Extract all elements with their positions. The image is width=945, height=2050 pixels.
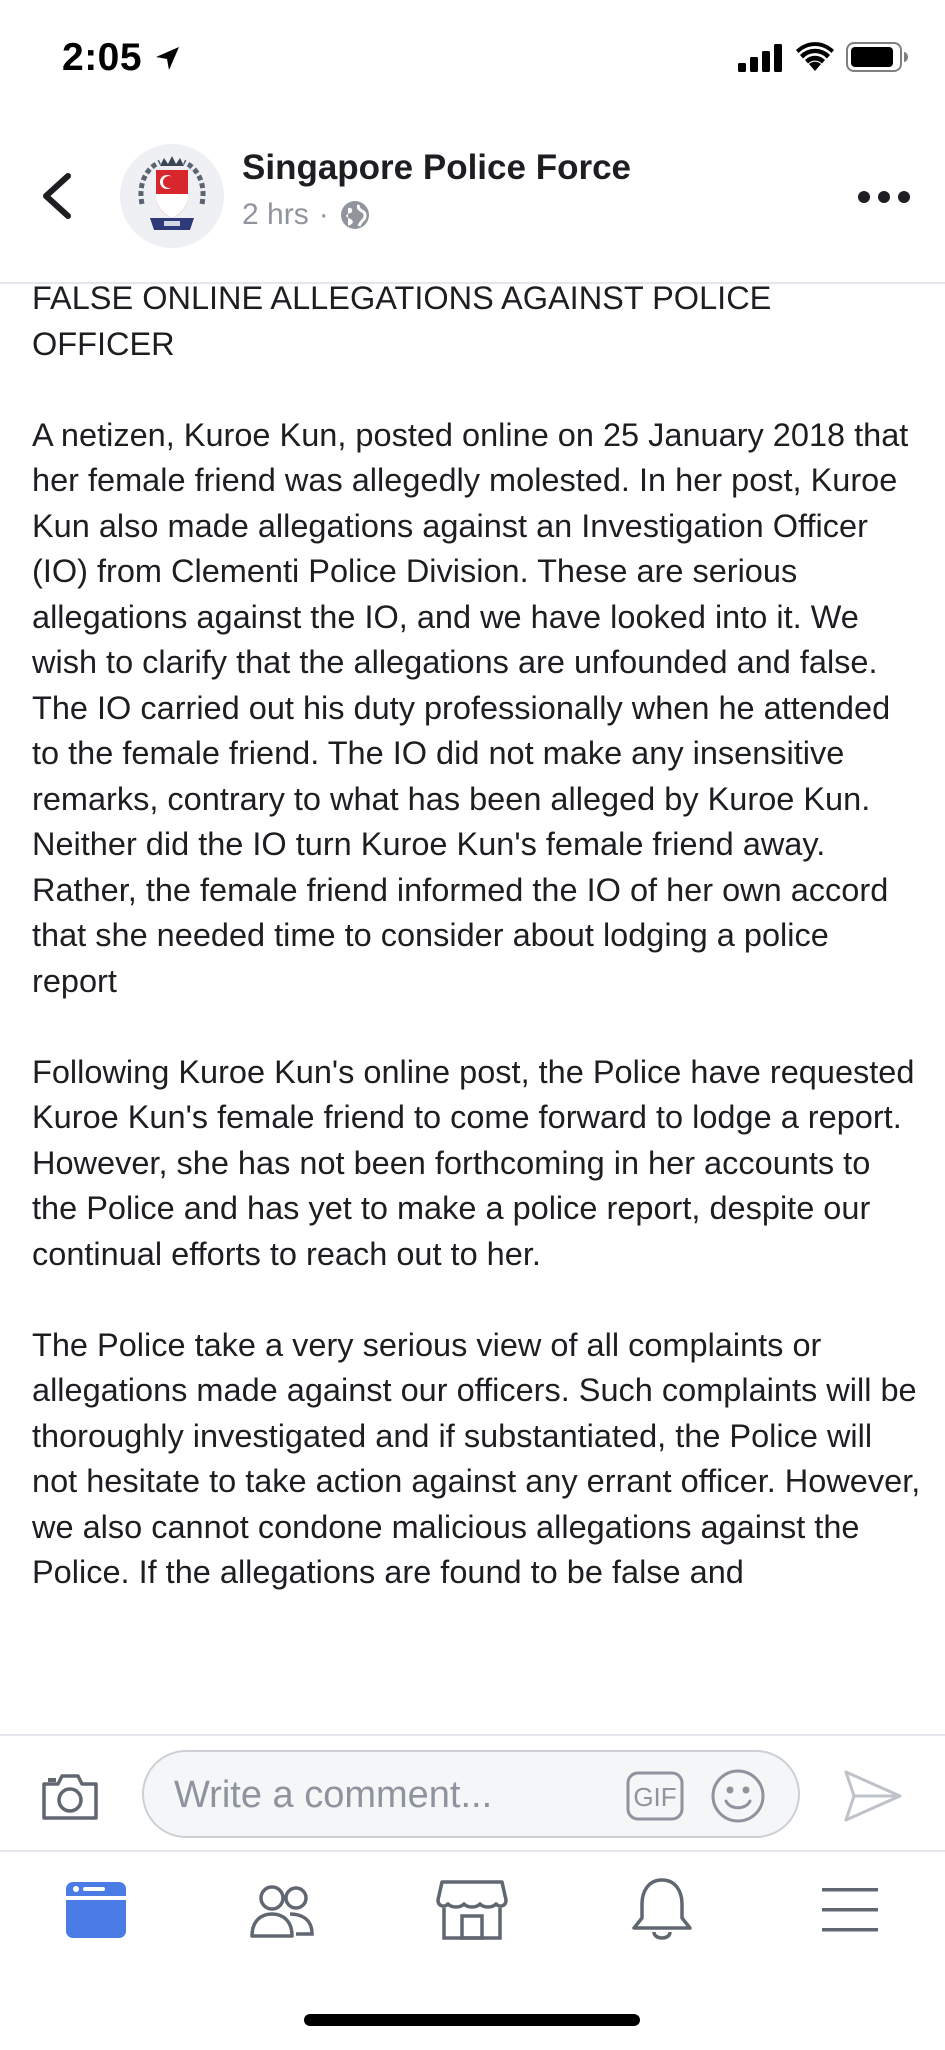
camera-icon[interactable] bbox=[40, 1768, 100, 1822]
post-paragraph: Following Kuroe Kun's online post, the P… bbox=[32, 1053, 915, 1272]
wifi-icon bbox=[796, 42, 834, 71]
home-indicator[interactable] bbox=[304, 2014, 640, 2026]
status-bar: 2:05 bbox=[0, 0, 945, 118]
menu-icon[interactable] bbox=[812, 1876, 888, 1944]
globe-icon bbox=[340, 201, 369, 229]
page-name[interactable]: Singapore Police Force bbox=[242, 148, 631, 188]
friends-icon[interactable] bbox=[244, 1876, 320, 1944]
cellular-signal-icon bbox=[738, 44, 782, 72]
meta-separator: · bbox=[318, 198, 329, 231]
post-paragraph: The Police take a very serious view of a… bbox=[32, 1326, 921, 1591]
post-heading: FALSE ONLINE ALLEGATIONS AGAINST POLICE … bbox=[32, 280, 772, 362]
news-feed-icon[interactable] bbox=[58, 1876, 134, 1944]
more-options-button[interactable] bbox=[856, 182, 912, 212]
notifications-icon[interactable] bbox=[624, 1876, 700, 1944]
comment-bar: Write a comment... GIF bbox=[0, 1734, 945, 1852]
bottom-nav bbox=[0, 1850, 945, 2050]
post-body: FALSE ONLINE ALLEGATIONS AGAINST POLICE … bbox=[32, 276, 922, 1641]
post-paragraph: A netizen, Kuroe Kun, posted online on 2… bbox=[32, 416, 909, 999]
emoji-icon[interactable] bbox=[710, 1768, 766, 1824]
gif-label: GIF bbox=[633, 1782, 676, 1812]
marketplace-icon[interactable] bbox=[434, 1876, 510, 1944]
status-time: 2:05 bbox=[62, 36, 143, 79]
post-header: Singapore Police Force 2 hrs · bbox=[0, 118, 945, 284]
comment-input[interactable]: Write a comment... GIF bbox=[142, 1750, 800, 1838]
send-icon[interactable] bbox=[842, 1768, 904, 1824]
post-timestamp[interactable]: 2 hrs bbox=[242, 198, 309, 232]
post-meta: 2 hrs · bbox=[242, 198, 371, 232]
battery-icon bbox=[846, 42, 908, 72]
back-button[interactable] bbox=[36, 168, 76, 224]
police-crest-icon bbox=[120, 144, 224, 248]
gif-icon: GIF bbox=[626, 1771, 684, 1821]
location-arrow-icon bbox=[156, 47, 179, 70]
gif-button[interactable]: GIF bbox=[626, 1771, 684, 1821]
page-avatar[interactable] bbox=[120, 144, 224, 248]
comment-placeholder: Write a comment... bbox=[174, 1774, 493, 1816]
